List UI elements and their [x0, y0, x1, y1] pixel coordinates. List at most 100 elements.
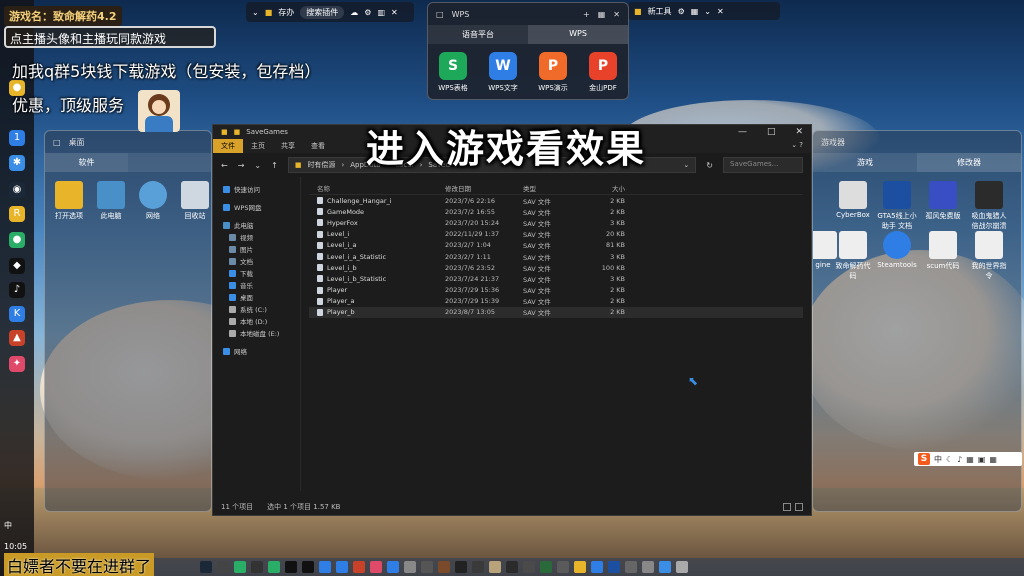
- grid-icon[interactable]: ▦: [989, 455, 997, 464]
- app-icon[interactable]: [472, 561, 484, 573]
- ribbon-tab-file[interactable]: 文件: [213, 139, 243, 153]
- file-row[interactable]: Level_i_a_Statistic 2023/2/7 1:11 SAV 文件 3 …: [309, 251, 803, 262]
- keyboard-icon[interactable]: ▦: [966, 455, 974, 464]
- close-icon[interactable]: ✕: [613, 10, 620, 19]
- app-icon[interactable]: [659, 561, 671, 573]
- desktop-icon-recycle-bin[interactable]: 回收站: [175, 181, 211, 221]
- wps-writer-app[interactable]: W WPS文字: [481, 52, 525, 93]
- app-icon[interactable]: [608, 561, 620, 573]
- up-icon[interactable]: ↑: [271, 161, 278, 170]
- game-app-icon[interactable]: ▲: [9, 330, 25, 346]
- app-icon[interactable]: [455, 561, 467, 573]
- app-icon[interactable]: [489, 561, 501, 573]
- desktop-icon-antidote-code[interactable]: 致命解药代码: [833, 231, 873, 281]
- grid-icon[interactable]: ▦: [598, 10, 606, 19]
- file-row[interactable]: Level_i 2022/11/29 1:37 SAV 文件 20 KB: [309, 229, 803, 240]
- shirt-icon[interactable]: ▣: [978, 455, 986, 464]
- app-icon[interactable]: [625, 561, 637, 573]
- close-icon[interactable]: ✕: [391, 8, 398, 17]
- game-app2-icon[interactable]: ✦: [9, 356, 25, 372]
- ribbon-tab-view[interactable]: 查看: [303, 139, 333, 153]
- sidebar-item-drive-c[interactable]: 系统 (C:): [213, 303, 300, 315]
- desktop-icon-minecraft-commands[interactable]: 我的世界指令: [969, 231, 1009, 281]
- column-name[interactable]: 名称: [309, 183, 445, 193]
- grid-icon[interactable]: ▦: [691, 7, 699, 16]
- app-icon[interactable]: [234, 561, 246, 573]
- app-icon[interactable]: [353, 561, 365, 573]
- steam-icon[interactable]: [200, 561, 212, 573]
- app-icon[interactable]: [251, 561, 263, 573]
- app-icon[interactable]: [523, 561, 535, 573]
- network-icon[interactable]: ✱: [9, 155, 25, 171]
- sidebar-item-downloads[interactable]: 下载: [213, 267, 300, 279]
- file-row[interactable]: HyperFox 2023/7/20 15:24 SAV 文件 3 KB: [309, 217, 803, 228]
- sidebar-item-network[interactable]: 网络: [213, 345, 300, 357]
- refresh-icon[interactable]: ↻: [706, 161, 713, 170]
- maximize-button[interactable]: □: [767, 127, 776, 137]
- gear-icon[interactable]: ⚙: [678, 7, 685, 16]
- trash-icon[interactable]: ▥: [377, 8, 385, 17]
- sidebar-item-pictures[interactable]: 图片: [213, 243, 300, 255]
- right-top-label[interactable]: 新工具: [648, 6, 672, 17]
- ribbon-tab-home[interactable]: 主页: [243, 139, 273, 153]
- details-view-button[interactable]: [783, 503, 791, 511]
- tray-lang[interactable]: 中: [934, 454, 942, 465]
- app-icon[interactable]: [370, 561, 382, 573]
- file-row-selected[interactable]: Player_b 2023/8/7 13:05 SAV 文件 2 KB: [309, 306, 803, 319]
- app-icon[interactable]: [642, 561, 654, 573]
- file-row[interactable]: Player_a 2023/7/29 15:39 SAV 文件 2 KB: [309, 296, 803, 307]
- wechat-icon[interactable]: [268, 561, 280, 573]
- tiktok-icon[interactable]: [302, 561, 314, 573]
- app-icon[interactable]: [557, 561, 569, 573]
- file-row[interactable]: Level_i_a 2023/2/7 1:04 SAV 文件 81 KB: [309, 240, 803, 251]
- tray-lang-left[interactable]: 中: [4, 520, 12, 531]
- tab-wps[interactable]: WPS: [528, 25, 628, 44]
- sogou-input-icon[interactable]: S: [918, 453, 930, 465]
- wechat-icon[interactable]: ●: [9, 232, 25, 248]
- tab-games[interactable]: 游戏: [813, 153, 917, 172]
- close-button[interactable]: ✕: [795, 127, 803, 137]
- k-app-icon[interactable]: K: [9, 306, 25, 322]
- desktop-icon-scum-code[interactable]: scum代码: [923, 231, 963, 271]
- file-row[interactable]: Level_i_b 2023/7/6 23:52 SAV 文件 100 KB: [309, 262, 803, 273]
- clock[interactable]: 10:05: [4, 542, 27, 551]
- minimize-icon[interactable]: ⌄: [704, 7, 711, 16]
- microphone-icon[interactable]: ♪: [957, 455, 962, 464]
- gear-icon[interactable]: ⚙: [364, 8, 371, 17]
- app-123-icon[interactable]: 1: [9, 130, 25, 146]
- folder-icon[interactable]: ■: [634, 7, 642, 16]
- app-icon[interactable]: [676, 561, 688, 573]
- app-icon[interactable]: [591, 561, 603, 573]
- icons-view-button[interactable]: [795, 503, 803, 511]
- desktop-icon-network[interactable]: 网络: [133, 181, 173, 221]
- sidebar-item-desktop[interactable]: 桌面: [213, 291, 300, 303]
- help-icon[interactable]: ⌄ ?: [783, 139, 811, 153]
- column-date[interactable]: 修改日期: [445, 183, 523, 193]
- file-row[interactable]: GameMode 2023/7/2 16:55 SAV 文件 2 KB: [309, 206, 803, 217]
- app-icon[interactable]: [506, 561, 518, 573]
- app-icon[interactable]: [421, 561, 433, 573]
- desktop-icon-this-pc[interactable]: 此电脑: [91, 181, 131, 221]
- k-app-icon[interactable]: [319, 561, 331, 573]
- moon-icon[interactable]: ☾: [946, 455, 953, 464]
- sidebar-item-documents[interactable]: 文档: [213, 255, 300, 267]
- tiktok-icon[interactable]: ♪: [9, 282, 25, 298]
- steam-icon[interactable]: ◉: [9, 182, 25, 198]
- sidebar-item-music[interactable]: 音乐: [213, 279, 300, 291]
- column-size[interactable]: 大小: [585, 183, 625, 193]
- qq-icon[interactable]: [285, 561, 297, 573]
- forward-icon[interactable]: →: [238, 161, 245, 170]
- app-123-icon[interactable]: [336, 561, 348, 573]
- chevron-down-icon[interactable]: ⌄: [254, 161, 261, 170]
- game-icon[interactable]: [217, 561, 229, 573]
- sidebar-item-this-pc[interactable]: 此电脑: [213, 219, 300, 231]
- close-icon[interactable]: ✕: [717, 7, 724, 16]
- folder-icon[interactable]: ■: [265, 8, 273, 17]
- top-bar-label[interactable]: 存办: [278, 7, 294, 18]
- top-search[interactable]: 搜索插件: [300, 5, 345, 19]
- sidebar-item-wps-cloud[interactable]: WPS网盘: [213, 201, 300, 213]
- chevron-down-icon[interactable]: ⌄: [683, 161, 689, 169]
- desktop-icon-steamtools[interactable]: Steamtools: [877, 231, 917, 269]
- desktop-icon-vampire-hunter[interactable]: 吸血鬼猎人倍战尔崩溃: [969, 181, 1009, 231]
- app-icon[interactable]: [404, 561, 416, 573]
